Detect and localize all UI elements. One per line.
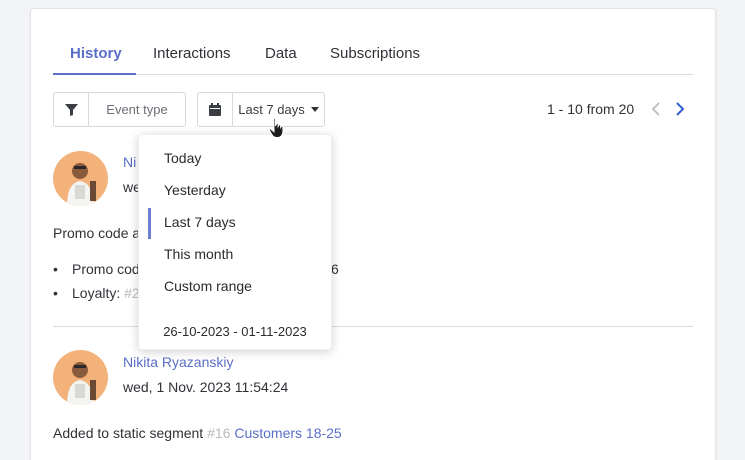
- date-range-filter[interactable]: Last 7 days: [197, 92, 325, 127]
- entry-action-text: Added to static segment: [53, 425, 204, 441]
- customer-activity-card: History Interactions Data Subscriptions …: [30, 8, 716, 460]
- menu-item-this-month[interactable]: This month: [164, 246, 233, 262]
- loyalty-label: Loyalty:: [72, 285, 121, 301]
- selected-date-range: 26-10-2023 - 01-11-2023: [163, 324, 307, 339]
- tab-bar: History Interactions Data Subscriptions: [53, 35, 693, 75]
- date-range-dropdown: Today Yesterday Last 7 days This month C…: [138, 134, 332, 350]
- selected-indicator: [148, 208, 151, 239]
- event-type-filter[interactable]: Event type: [53, 92, 186, 127]
- promo-code-value-tail: 6: [331, 261, 339, 277]
- tab-data[interactable]: Data: [265, 45, 297, 62]
- filter-icon: [54, 93, 89, 126]
- active-tab-indicator: [53, 73, 136, 75]
- avatar: [53, 350, 108, 405]
- menu-item-yesterday[interactable]: Yesterday: [164, 182, 226, 198]
- tab-subscriptions[interactable]: Subscriptions: [330, 45, 420, 62]
- promo-code-label: Promo cod: [72, 261, 140, 277]
- entry-author[interactable]: Nikita Ryazanskiy: [123, 354, 233, 370]
- entry-description: Promo code a: [53, 225, 141, 241]
- list-item: Promo cod: [53, 261, 140, 277]
- next-page-button[interactable]: [672, 99, 688, 119]
- previous-page-button[interactable]: [648, 99, 664, 119]
- menu-item-today[interactable]: Today: [164, 150, 201, 166]
- calendar-icon: [198, 93, 233, 126]
- chevron-left-icon: [652, 102, 660, 116]
- chevron-right-icon: [676, 102, 684, 116]
- date-range-value: Last 7 days: [238, 102, 305, 117]
- avatar: [53, 151, 108, 206]
- entry-description: Added to static segment #16 Customers 18…: [53, 425, 342, 441]
- hand-cursor-icon: [268, 117, 284, 138]
- menu-item-custom-range[interactable]: Custom range: [164, 278, 252, 294]
- segment-link[interactable]: Customers 18-25: [234, 425, 341, 441]
- menu-item-last-7-days[interactable]: Last 7 days: [164, 214, 236, 230]
- pagination-summary: 1 - 10 from 20: [547, 101, 635, 117]
- entry-author[interactable]: Ni: [123, 154, 136, 170]
- event-type-label: Event type: [106, 102, 168, 117]
- segment-id-tag: #16: [207, 425, 231, 441]
- entry-timestamp: wed, 1 Nov. 2023 11:54:24: [123, 379, 289, 395]
- list-item: Loyalty: #2: [53, 285, 140, 301]
- chevron-down-icon: [310, 107, 319, 112]
- tab-history[interactable]: History: [70, 45, 122, 62]
- tab-interactions[interactable]: Interactions: [153, 45, 231, 62]
